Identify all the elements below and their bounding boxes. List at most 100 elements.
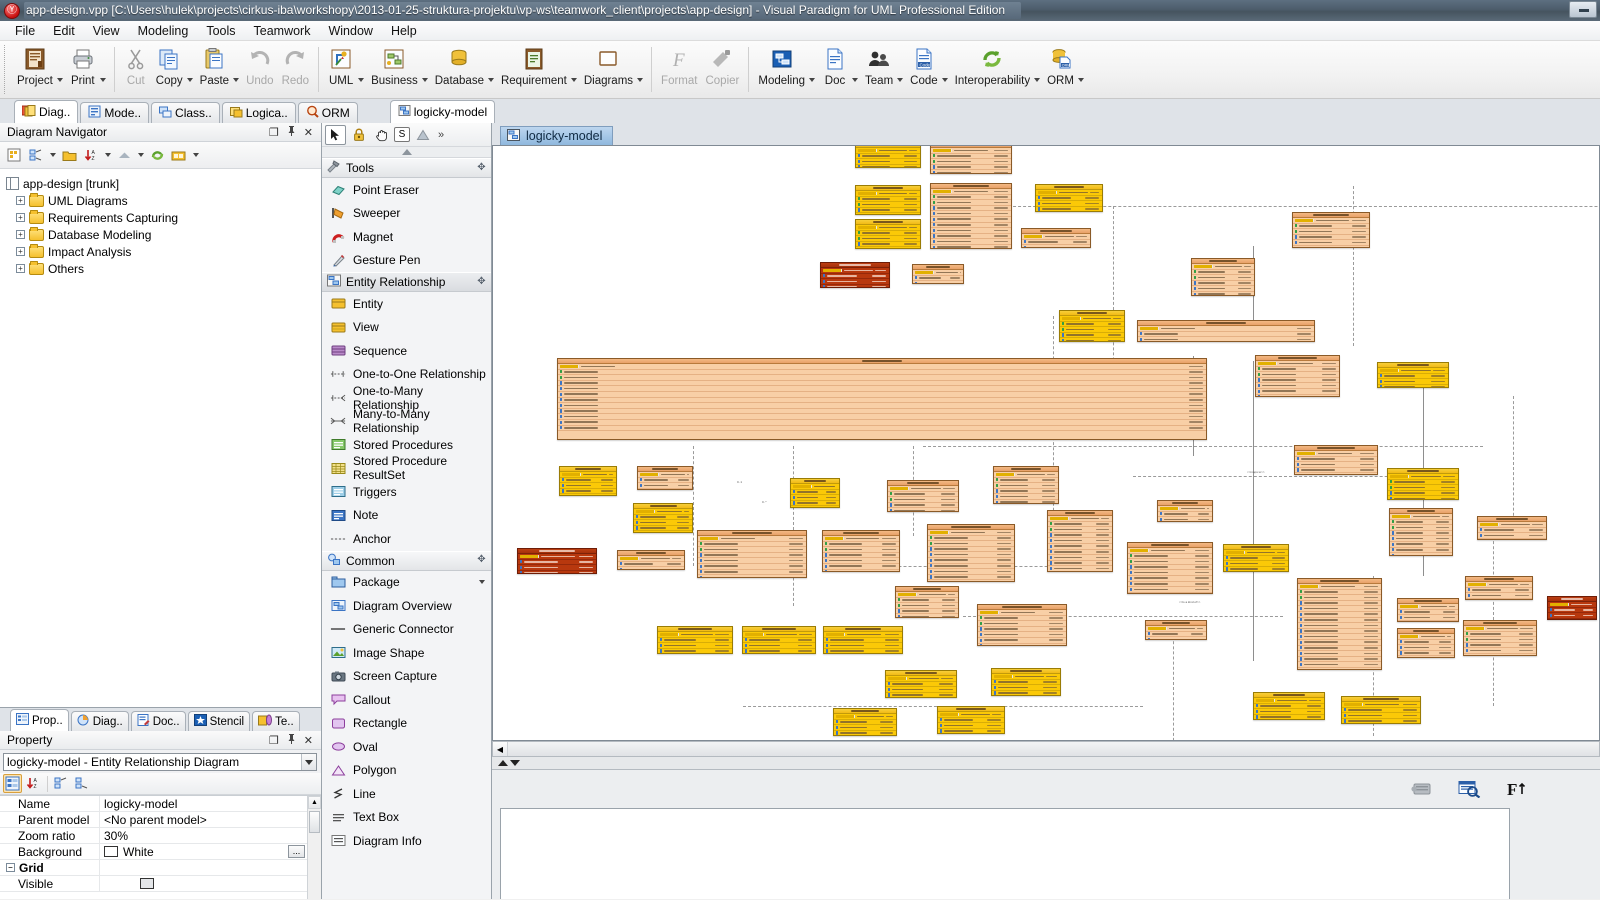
erd-entity[interactable]	[1059, 310, 1125, 342]
collapse-dropdown-arrow[interactable]	[136, 146, 145, 164]
format-button[interactable]: F Format	[657, 41, 701, 98]
erd-entity[interactable]	[855, 185, 921, 215]
open-folder-icon[interactable]	[59, 145, 79, 165]
menubar[interactable]: File Edit View Modeling Tools Teamwork W…	[0, 21, 1600, 41]
palette-item-package[interactable]: Package	[322, 571, 491, 595]
project-button[interactable]: Project	[13, 41, 57, 98]
orm-button[interactable]: ORM ORM	[1043, 41, 1078, 98]
palette-item-generic-connector[interactable]: Generic Connector	[322, 618, 491, 642]
database-dropdown-arrow[interactable]	[488, 41, 497, 98]
scroll-up-arrow[interactable]: ▲	[308, 796, 321, 809]
requirement-button[interactable]: Requirement	[497, 41, 571, 98]
splitter-down-arrow[interactable]	[510, 760, 520, 766]
menu-view[interactable]: View	[84, 22, 129, 40]
tree-item-uml-diagrams[interactable]: + UML Diagrams	[4, 192, 321, 209]
message-pane-icon[interactable]	[1408, 778, 1434, 800]
palette-item-point-eraser[interactable]: Point Eraser	[322, 178, 491, 202]
orm-dropdown-arrow[interactable]	[1078, 41, 1087, 98]
tab-documentation[interactable]: Doc..	[130, 711, 186, 731]
tab-diagram[interactable]: Diag..	[70, 711, 129, 731]
erd-entity[interactable]	[637, 466, 693, 490]
tool-palette[interactable]: S » Tools ✥ Point Eraser Sweeper Magnet …	[322, 123, 492, 899]
splitter-up-arrow[interactable]	[498, 760, 508, 766]
erd-entity[interactable]	[1465, 576, 1533, 600]
erd-entity[interactable]	[1035, 184, 1103, 212]
erd-relationship-line[interactable]	[1513, 396, 1514, 536]
erd-entity[interactable]	[657, 626, 733, 654]
palette-item-image-shape[interactable]: Image Shape	[322, 641, 491, 665]
erd-entity[interactable]	[855, 146, 921, 168]
erd-entity[interactable]	[1463, 620, 1537, 656]
erd-entity[interactable]	[937, 706, 1005, 734]
property-row-name[interactable]: Name logicky-model	[0, 796, 321, 812]
erd-entity[interactable]	[1223, 544, 1289, 572]
palette-item-entity[interactable]: Entity	[322, 292, 491, 316]
resize-handle-icon[interactable]: ✥	[476, 162, 487, 174]
palette-item-stored-procedures[interactable]: Stored Procedures	[322, 433, 491, 457]
palette-item-note[interactable]: Note	[322, 504, 491, 528]
property-toolbar[interactable]: AZ	[0, 773, 321, 795]
diagrams-button[interactable]: Diagrams	[580, 41, 637, 98]
tab-model-explorer[interactable]: Mode..	[80, 102, 150, 123]
property-value[interactable]: <No parent model>	[100, 813, 321, 827]
restore-icon[interactable]: ❐	[269, 734, 279, 747]
erd-entity[interactable]	[557, 358, 1207, 440]
sort-az-icon[interactable]: AZ	[81, 145, 101, 165]
close-icon[interactable]: ✕	[304, 126, 313, 139]
property-row-visible[interactable]: Visible	[0, 875, 321, 892]
palette-item-magnet[interactable]: Magnet	[322, 225, 491, 249]
erd-entity[interactable]	[885, 670, 957, 698]
pan-hand-tool-icon[interactable]	[371, 125, 392, 145]
erd-entity[interactable]	[822, 530, 900, 572]
palette-collapse-handle[interactable]	[322, 147, 491, 158]
palette-item-many-to-many-relationship[interactable]: Many-to-Many Relationship	[322, 407, 491, 435]
diagram-navigator-tree[interactable]: app-design [trunk] + UML Diagrams + Requ…	[0, 169, 321, 707]
tab-document-logicky-model[interactable]: logicky-model	[389, 100, 496, 123]
sort-dropdown-arrow[interactable]	[103, 146, 112, 164]
main-toolbar[interactable]: Project Print Cut Copy Paste Undo Redo U…	[0, 41, 1600, 99]
collapse-up-icon[interactable]	[114, 145, 134, 165]
toolbar-grip[interactable]	[4, 45, 10, 94]
menu-edit[interactable]: Edit	[44, 22, 84, 40]
palette-item-one-to-one-relationship[interactable]: One-to-One Relationship	[322, 363, 491, 387]
erd-entity[interactable]	[617, 550, 685, 570]
erd-relationship-line[interactable]	[1173, 626, 1174, 740]
erd-entity[interactable]	[1253, 692, 1325, 720]
erd-entity[interactable]	[930, 146, 1012, 174]
erd-entity[interactable]	[1477, 516, 1547, 540]
erd-entity[interactable]	[790, 478, 840, 508]
print-dropdown-arrow[interactable]	[100, 41, 109, 98]
erd-entity[interactable]	[823, 626, 903, 654]
uml-dropdown-arrow[interactable]	[358, 41, 367, 98]
erd-entity[interactable]	[1389, 508, 1453, 556]
resize-handle-icon[interactable]: ✥	[476, 555, 487, 566]
collapse-icon[interactable]: –	[6, 863, 15, 872]
erd-entity[interactable]	[1387, 468, 1459, 500]
project-dropdown-arrow[interactable]	[57, 41, 66, 98]
new-diagram-icon[interactable]	[4, 145, 24, 165]
tab-class-repository[interactable]: Class..	[151, 102, 220, 123]
erd-entity[interactable]	[517, 548, 597, 574]
property-row-background[interactable]: Background White ...	[0, 843, 321, 860]
organize-dropdown-arrow[interactable]	[48, 146, 57, 164]
lock-tool-icon[interactable]	[348, 125, 369, 145]
palette-group-entity-relationship[interactable]: Entity Relationship ✥	[322, 272, 491, 292]
tab-orm-search[interactable]: ORM	[297, 102, 358, 123]
close-icon[interactable]: ✕	[304, 734, 313, 747]
erd-entity[interactable]	[1297, 578, 1382, 670]
erd-entity[interactable]	[1397, 598, 1459, 622]
copy-button[interactable]: Copy	[152, 41, 187, 98]
erd-entity[interactable]	[1377, 362, 1449, 388]
group-folder-icon[interactable]	[169, 145, 189, 165]
erd-entity[interactable]	[887, 480, 959, 512]
code-dropdown-arrow[interactable]	[942, 41, 951, 98]
tree-item-database-modeling[interactable]: + Database Modeling	[4, 226, 321, 243]
redo-button[interactable]: Redo	[278, 41, 314, 98]
resize-handle-icon[interactable]: ✥	[476, 276, 487, 288]
erd-relationship-line[interactable]	[923, 446, 1483, 447]
erd-entity[interactable]	[993, 466, 1059, 504]
window-controls[interactable]	[1569, 1, 1597, 18]
property-value[interactable]: logicky-model	[100, 797, 321, 811]
erd-entity[interactable]	[1145, 620, 1207, 640]
erd-relationship-line[interactable]	[693, 446, 694, 566]
